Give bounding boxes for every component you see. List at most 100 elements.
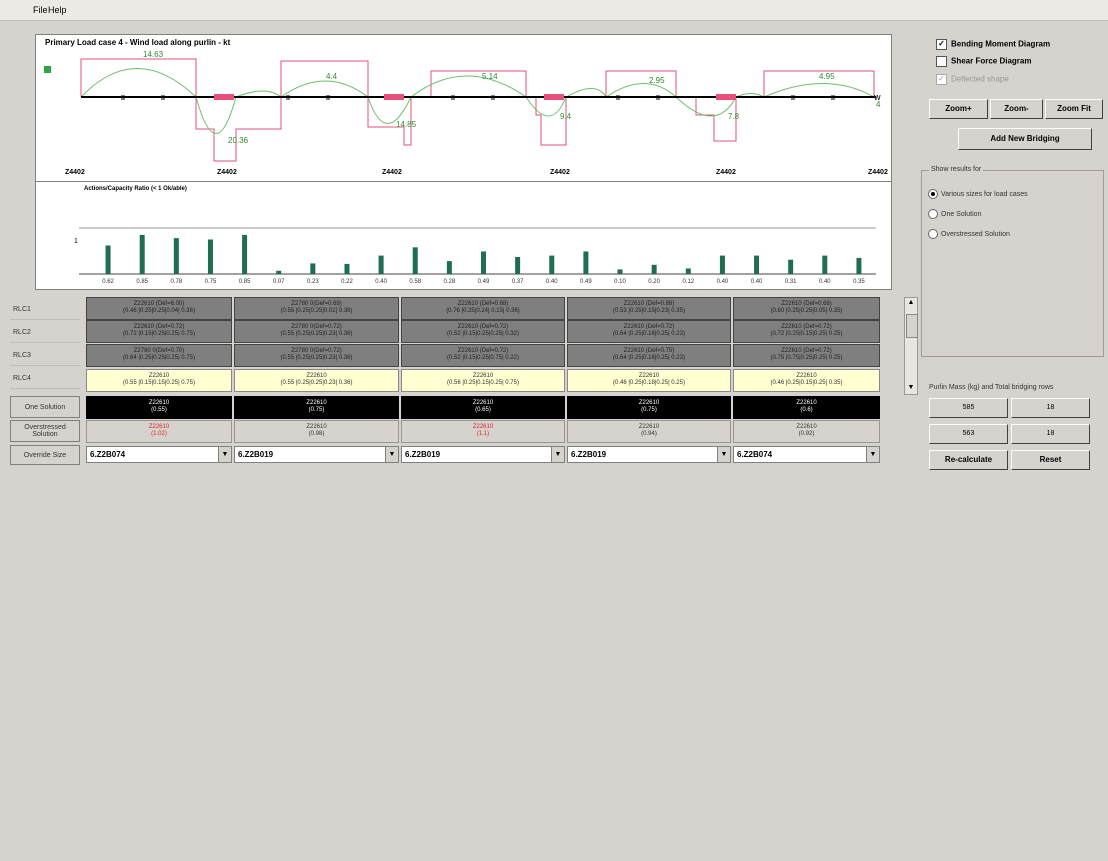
ratio-chart-panel: Actions/Capacity Ratio (< 1 Ok/able) 1 0… (35, 181, 892, 290)
support-label: Z4402 (217, 169, 237, 176)
cell-ratio: (1.1) (476, 431, 490, 437)
moment-label: 4 (876, 100, 881, 109)
result-cell[interactable]: Z22610 (0.46 |0.25|0.18|0.25| 0.25) (567, 369, 731, 392)
menu-help[interactable]: Help (48, 5, 67, 15)
scroll-down-icon[interactable]: ▼ (906, 384, 916, 393)
grid-scrollbar[interactable]: ▲ ▼ (904, 297, 918, 395)
override-size-select[interactable]: 6.Z2B019 ▼ (234, 446, 399, 463)
bridging-rows-1: 18 (1011, 398, 1090, 418)
result-cell[interactable]: Z22610 (Def=0.72) (0.64 |0.25|0.18|0.25| … (567, 320, 731, 343)
result-cell[interactable]: Z22610 (0.55 |0.15|0.15|0.25| 0.75) (86, 369, 232, 392)
radio-overstressed[interactable]: Overstressed Solution (928, 229, 1010, 239)
ratio-tick-label: 0.78 (170, 279, 182, 285)
result-cell[interactable]: Z22610 (Def=0.72) (0.52 |0.15|0.25|0.25| … (401, 320, 565, 343)
zoom-out-button[interactable]: Zoom- (990, 99, 1043, 119)
result-cell[interactable]: Z2780 0(Def=0.72) (0.55 |0.25|0.25|0.23| … (234, 320, 399, 343)
support-label: Z4402 (550, 169, 570, 176)
ratio-tick-label: 0.40 (375, 279, 387, 285)
ratio-bar (207, 239, 213, 274)
result-cell[interactable]: Z22610 (Def=0.72) (0.75 |0.75|0.25|0.25| … (733, 344, 880, 367)
overstressed-cell[interactable]: Z22610 (0.98) (234, 420, 399, 443)
one-solution-cell[interactable]: Z22610 (0.75) (234, 396, 399, 419)
svg-text:II: II (121, 95, 125, 102)
menu-file[interactable]: File (33, 5, 48, 15)
override-size-value: 6.Z2B019 (405, 450, 441, 459)
ratio-tick-label: 0.58 (409, 279, 421, 285)
ratio-tick-label: 0.22 (341, 279, 353, 285)
zoom-in-button[interactable]: Zoom+ (929, 99, 988, 119)
support-label: Z4402 (65, 169, 85, 176)
chevron-down-icon[interactable]: ▼ (218, 447, 231, 462)
result-cell[interactable]: Z2780 0(Def=0.72) (0.55 |0.25|0.25|0.23| … (234, 344, 399, 367)
ratio-tick-label: 0.10 (614, 279, 626, 285)
one-solution-button[interactable]: One Solution (10, 396, 80, 418)
moment-label: 5.14 (482, 72, 498, 81)
scroll-up-icon[interactable]: ▲ (906, 299, 916, 308)
radio-various-sizes[interactable]: Various sizes for load cases (928, 189, 1028, 199)
cell-ratios: (0.72 |0.15|0.25|0.25| 0.75) (123, 331, 195, 337)
cell-ratios: (0.76 |0.25|0.24| 0.15| 0.36) (446, 308, 520, 314)
ratio-bar (139, 234, 145, 274)
cell-ratios: (0.46 |0.25|0.25|0.04| 0.36) (123, 308, 195, 314)
bending-moment-panel: Primary Load case 4 - Wind load along pu… (35, 34, 892, 182)
ratio-bar (617, 269, 623, 274)
svg-text:II: II (831, 95, 835, 102)
result-cell[interactable]: Z22610 (Def=0.88) (0.53 |0.25|0.15|0.23| … (567, 297, 731, 320)
one-solution-cell[interactable]: Z22610 (0.55) (86, 396, 232, 419)
ratio-bar (378, 255, 384, 274)
cell-size: Z22610 (Def=0.68) (781, 301, 832, 307)
result-cell[interactable]: Z22610 (Def=0.72) (0.52 |0.15|0.25|0.75| … (401, 344, 565, 367)
chevron-down-icon[interactable]: ▼ (551, 447, 564, 462)
ratio-bar (446, 261, 452, 274)
deflected-shape-checkbox[interactable]: ✓ Deflected shape (936, 74, 1009, 85)
overstressed-cell[interactable]: Z22610 (0.92) (733, 420, 880, 443)
one-solution-cell[interactable]: Z22610 (0.6) (733, 396, 880, 419)
scroll-thumb[interactable] (906, 314, 918, 338)
ratio-tick-label: 0.35 (853, 279, 865, 285)
result-cell[interactable]: Z2780 0(Def=0.69) (0.55 |0.25|0.25|0.02| … (234, 297, 399, 320)
overstressed-solution-button[interactable]: Overstressed Solution (10, 420, 80, 442)
bm-chart-title: Primary Load case 4 - Wind load along pu… (45, 38, 231, 47)
cell-size: Z22610 (306, 400, 327, 406)
result-cell[interactable]: Z22610 (Def=6.00) (0.46 |0.25|0.25|0.04| … (86, 297, 232, 320)
one-solution-cell[interactable]: Z22610 (0.65) (401, 396, 565, 419)
override-size-button[interactable]: Override Size (10, 445, 80, 465)
chevron-down-icon[interactable]: ▼ (866, 447, 879, 462)
result-cell[interactable]: Z22610 (0.46 |0.25|0.15|0.25| 0.35) (733, 369, 880, 392)
overstressed-cell[interactable]: Z22610 (0.94) (567, 420, 731, 443)
override-size-select[interactable]: 6.Z2B019 ▼ (567, 446, 731, 463)
shear-force-checkbox[interactable]: Shear Force Diagram (936, 56, 1031, 67)
override-size-select[interactable]: 6.Z2B074 ▼ (86, 446, 232, 463)
result-cell[interactable]: Z22610 (Def=0.68) (0.76 |0.25|0.24| 0.15|… (401, 297, 565, 320)
chevron-down-icon[interactable]: ▼ (717, 447, 730, 462)
one-solution-cell[interactable]: Z22610 (0.75) (567, 396, 731, 419)
reset-button[interactable]: Reset (1011, 450, 1090, 470)
result-cell[interactable]: Z22610 (Def=0.75) (0.64 |0.25|0.18|0.25| … (567, 344, 731, 367)
zoom-fit-button[interactable]: Zoom Fit (1045, 99, 1103, 119)
result-cell[interactable]: Z22610 (Def=0.68) (0.60 |0.25|0.25|0.05| … (733, 297, 880, 320)
ratio-tick-label: 0.40 (546, 279, 558, 285)
override-size-select[interactable]: 6.Z2B019 ▼ (401, 446, 565, 463)
cell-ratios: (0.52 |0.15|0.25|0.25| 0.32) (447, 331, 519, 337)
overstressed-cell[interactable]: Z22610 (1.1) (401, 420, 565, 443)
ref-line-label: 1 (74, 238, 78, 245)
cell-ratios: (0.53 |0.25|0.15|0.23| 0.35) (613, 308, 685, 314)
ratio-bar (310, 263, 316, 274)
legend-marker (44, 66, 51, 73)
result-cell[interactable]: Z22610 (Def=0.72) (0.72 |0.15|0.25|0.25| … (86, 320, 232, 343)
radio-one-solution[interactable]: One Solution (928, 209, 981, 219)
cell-ratio: (0.75) (308, 407, 325, 413)
recalculate-button[interactable]: Re-calculate (929, 450, 1008, 470)
result-cell[interactable]: Z22610 (Def=0.72) (0.72 |0.25|0.15|0.25| … (733, 320, 880, 343)
add-bridging-button[interactable]: Add New Bridging (958, 128, 1092, 150)
override-size-select[interactable]: 6.Z2B074 ▼ (733, 446, 880, 463)
chevron-down-icon[interactable]: ▼ (385, 447, 398, 462)
result-cell[interactable]: Z22610 (0.56 |0.25|0.15|0.25| 0.75) (401, 369, 565, 392)
result-cell[interactable]: Z22610 (0.55 |0.25|0.25|0.23| 0.36) (234, 369, 399, 392)
ratio-tick-label: 0.12 (682, 279, 694, 285)
result-cell[interactable]: Z2780 0(Def=0.70) (0.64 |0.25|0.25|0.25| … (86, 344, 232, 367)
overstressed-cell[interactable]: Z22610 (1.02) (86, 420, 232, 443)
ratio-tick-label: 0.85 (136, 279, 148, 285)
bridging-rows-2: 18 (1011, 424, 1090, 444)
bending-moment-checkbox[interactable]: ✓ Bending Moment Diagram (936, 39, 1050, 50)
